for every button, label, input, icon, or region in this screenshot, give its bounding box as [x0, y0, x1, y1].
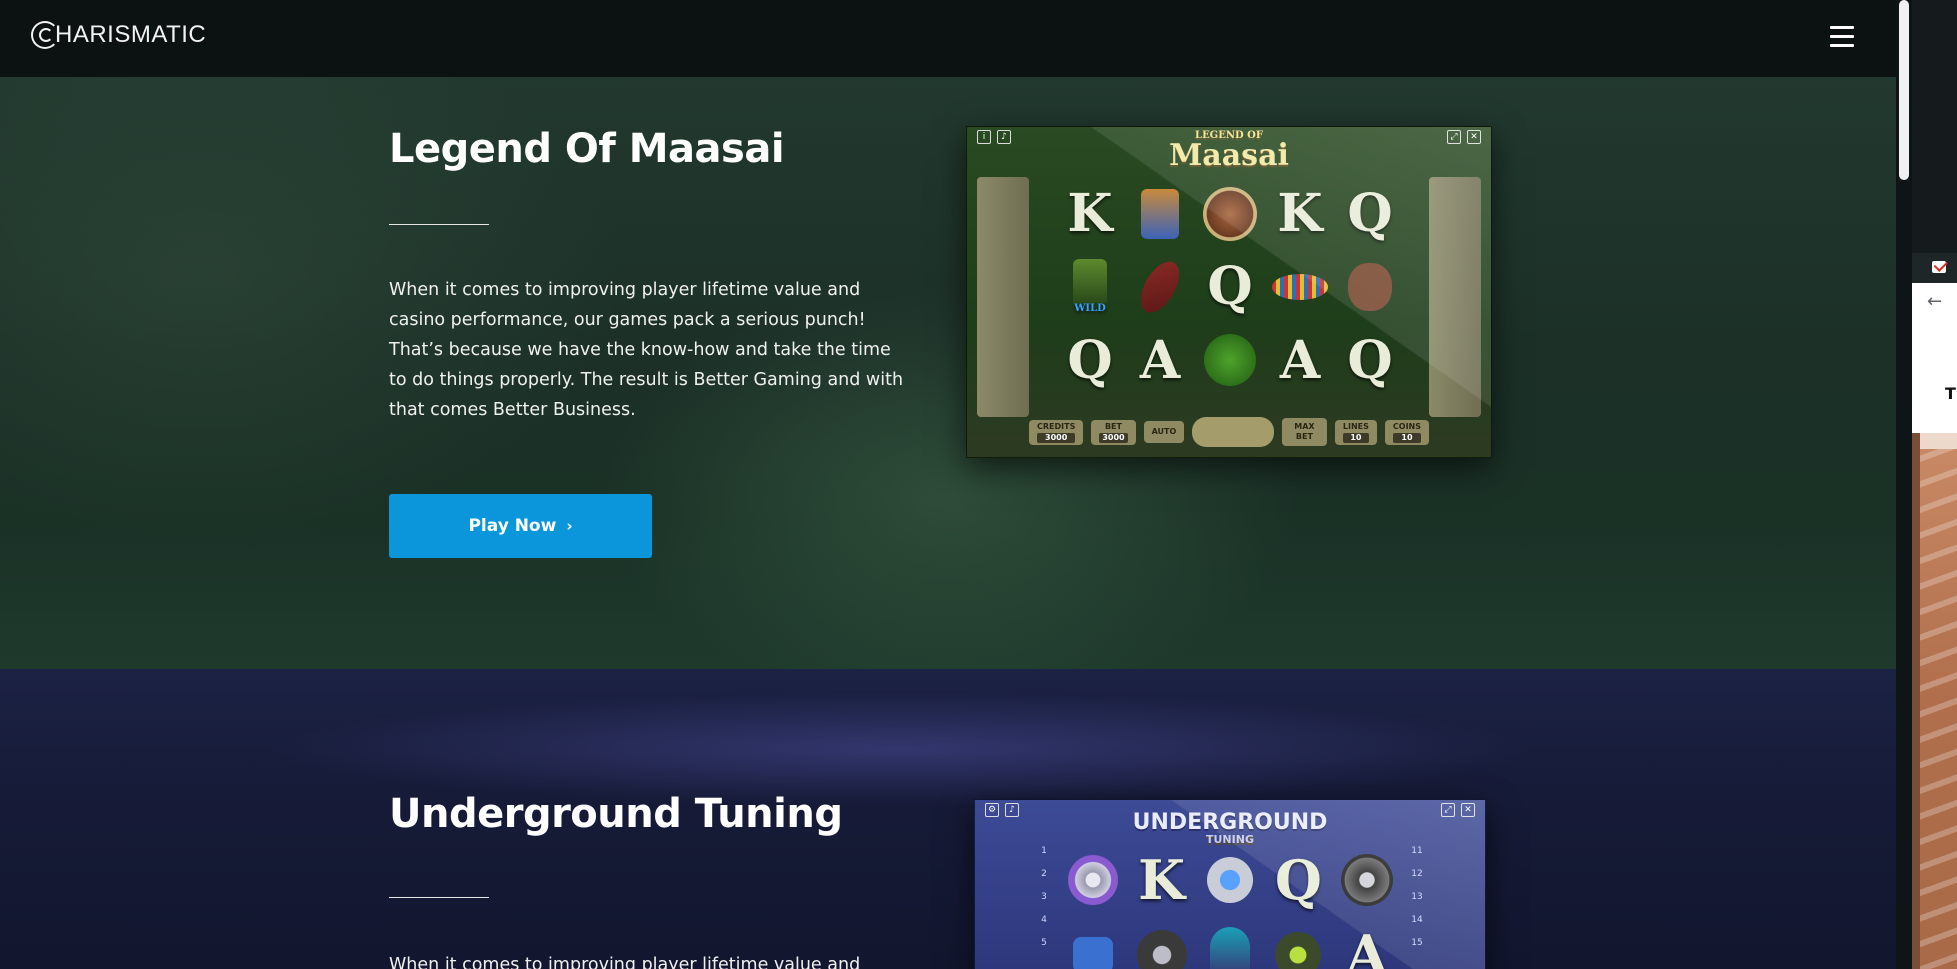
- logo-c-icon: [31, 21, 59, 49]
- side-window-frame: [1912, 433, 1920, 969]
- game-title: Legend Of Maasai: [389, 126, 785, 172]
- turbo-symbol-icon: [1059, 917, 1127, 969]
- lines-box: LINES 10: [1334, 419, 1377, 445]
- auto-button: AUTO: [1143, 421, 1185, 443]
- sound-icon: ♪: [997, 130, 1011, 144]
- game-title: Underground Tuning: [389, 791, 843, 837]
- brake-disc-symbol-icon: [1059, 842, 1127, 917]
- payline-numbers-left: 1 2 3 4 5: [1041, 846, 1047, 948]
- info-icon: i: [977, 130, 991, 144]
- bet-box: BET 3000: [1091, 419, 1136, 445]
- stone-pillar-right: [1429, 177, 1481, 417]
- scatter-medallion-symbol-icon: [1195, 324, 1265, 397]
- close-icon: ✕: [1461, 803, 1475, 817]
- game-screenshot-legend-of-maasai[interactable]: i ♪ ⤢ ✕ LEGEND OF Maasai K K Q WILD Q Q …: [966, 126, 1492, 458]
- play-now-label: Play Now: [468, 516, 557, 536]
- back-arrow-icon[interactable]: ←: [1927, 291, 1942, 312]
- reel-symbol: Q: [1347, 183, 1393, 245]
- painted-stone-symbol-icon: [1335, 250, 1405, 323]
- close-icon: ✕: [1467, 130, 1481, 144]
- reel-symbol: Q: [1207, 256, 1253, 318]
- horn-symbol-icon: [1196, 842, 1264, 917]
- side-window-text: T: [1945, 384, 1956, 403]
- reel-symbol: A: [1279, 329, 1321, 391]
- reel-grid: K Q A: [1059, 842, 1401, 969]
- reel-symbol: Q: [1274, 847, 1322, 912]
- settings-icon: ⚙: [985, 803, 999, 817]
- driver-girl-symbol-icon: [1196, 917, 1264, 969]
- beaded-collar-symbol-icon: [1265, 250, 1335, 323]
- drum-symbol-icon: [1125, 177, 1195, 250]
- reel-symbol: K: [1138, 847, 1186, 912]
- fullscreen-icon: ⤢: [1441, 803, 1455, 817]
- reel-symbol: Q: [1067, 329, 1113, 391]
- reel-symbol: K: [1067, 183, 1113, 245]
- maasai-woman-symbol-icon: [1195, 177, 1265, 250]
- credits-box: CREDITS 3000: [1029, 419, 1084, 445]
- game-logo: LEGEND OF Maasai: [1169, 130, 1289, 173]
- wheel-symbol-icon: [1127, 917, 1195, 969]
- game-control-panel: CREDITS 3000 BET 3000 AUTO MAX BET LINES 10…: [1029, 415, 1429, 449]
- title-divider: [389, 897, 489, 898]
- page: HARISMATIC Legend Of Maasai When it come…: [0, 0, 1896, 969]
- shield-symbol-icon: [1125, 250, 1195, 323]
- spin-button-icon: [1192, 417, 1274, 447]
- wheel-rim-symbol-icon: [1333, 842, 1401, 917]
- brand-logo[interactable]: HARISMATIC: [31, 21, 206, 49]
- chevron-right-icon: ›: [566, 517, 573, 535]
- game-section-underground-tuning: Underground Tuning When it comes to impr…: [0, 669, 1896, 969]
- game-logo: UNDERGROUND TUNING: [1132, 810, 1328, 846]
- max-bet-button: MAX BET: [1281, 418, 1327, 446]
- game-screenshot-underground-tuning[interactable]: ⚙ ♪ ⤢ ✕ UNDERGROUND TUNING 1 2 3 4 5 11 …: [974, 799, 1486, 969]
- mail-icon: [1932, 261, 1946, 273]
- reel-symbol: A: [1345, 922, 1388, 969]
- reel-symbol: Q: [1347, 329, 1393, 391]
- title-divider: [389, 224, 489, 225]
- game-description: When it comes to improving player lifeti…: [389, 280, 904, 420]
- stone-pillar-left: [977, 177, 1029, 417]
- page-scrollbar-thumb[interactable]: [1899, 0, 1909, 180]
- speaker-symbol-icon: [1264, 917, 1332, 969]
- brand-name: HARISMATIC: [55, 21, 207, 48]
- wild-mask-symbol-icon: WILD: [1055, 250, 1125, 323]
- reel-symbol: A: [1139, 329, 1181, 391]
- payline-numbers-right: 11 12 13 14 15: [1411, 846, 1423, 948]
- game-description: When it comes to improving player lifeti…: [389, 955, 861, 969]
- hamburger-menu-icon[interactable]: [1830, 26, 1854, 48]
- fullscreen-icon: ⤢: [1447, 130, 1461, 144]
- play-now-button[interactable]: Play Now ›: [389, 494, 652, 558]
- reel-grid: K K Q WILD Q Q A A Q: [1055, 177, 1405, 397]
- sound-icon: ♪: [1005, 803, 1019, 817]
- reel-symbol: K: [1277, 183, 1323, 245]
- site-header: HARISMATIC: [0, 0, 1896, 77]
- coins-box: COINS 10: [1384, 419, 1429, 445]
- game-section-legend-of-maasai: Legend Of Maasai When it comes to improv…: [0, 77, 1896, 669]
